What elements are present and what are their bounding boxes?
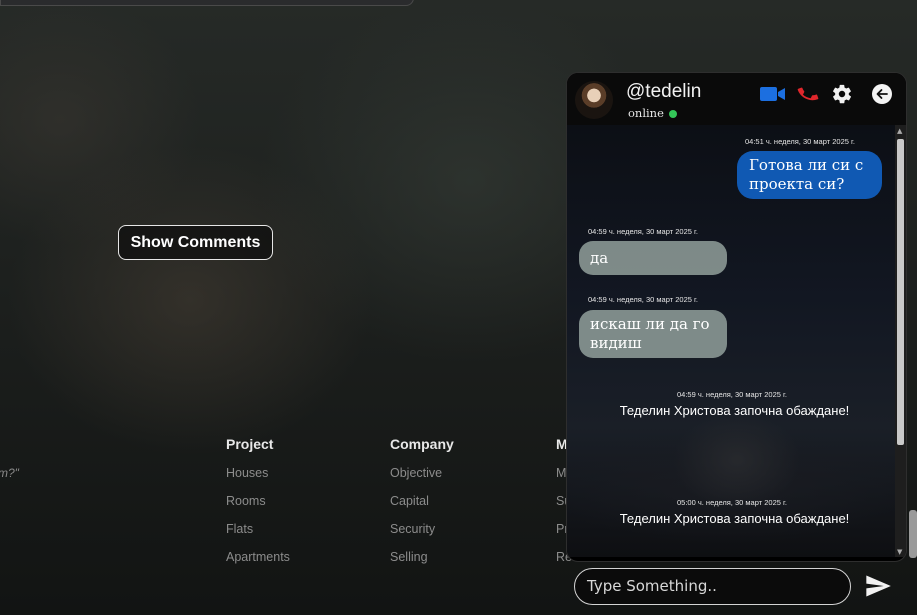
chat-header: @tedelin online [567,73,906,125]
message-timestamp: 04:51 ч. неделя, 30 март 2025 г. [745,137,855,146]
footer-column-company: Company Objective Capital Security Selli… [390,436,454,578]
scroll-down-icon[interactable]: ▼ [897,548,902,556]
page-scrollbar-thumb[interactable] [909,510,917,558]
send-icon[interactable] [864,572,892,604]
footer-link-objective[interactable]: Objective [390,466,454,494]
online-status: online [628,106,677,120]
system-call-message: Теделин Христова започна обаждане! [619,403,850,418]
footer-link-selling[interactable]: Selling [390,550,454,578]
message-timestamp: 05:00 ч. неделя, 30 март 2025 г. [677,498,787,507]
footer-link-capital[interactable]: Capital [390,494,454,522]
online-dot-icon [668,110,677,118]
scroll-up-icon[interactable]: ▲ [897,127,902,135]
avatar[interactable] [575,81,613,119]
message-list[interactable]: 04:51 ч. неделя, 30 март 2025 г. Готова … [567,125,895,557]
footer-link-flats[interactable]: Flats [226,522,290,550]
footer-link-security[interactable]: Security [390,522,454,550]
video-icon[interactable] [760,85,786,107]
footer-link-houses[interactable]: Houses [226,466,290,494]
status-text: online [628,106,664,120]
footer-heading: Company [390,436,454,452]
footer-column-project: Project Houses Rooms Flats Apartments [226,436,290,578]
testimonial-quote-fragment: m?" [0,466,19,480]
back-arrow-icon[interactable] [872,84,892,104]
outgoing-message: Готова ли си с проекта си? [737,151,882,199]
chat-username: @tedelin [626,81,702,102]
scroll-thumb[interactable] [897,139,904,445]
top-bar-fragment [0,0,414,6]
gear-icon[interactable] [831,83,853,109]
footer-heading: Project [226,436,274,452]
message-timestamp: 04:59 ч. неделя, 30 март 2025 г. [677,390,787,399]
chat-window: @tedelin online 04:51 ч. неделя, 30 март… [566,72,907,562]
system-call-message: Теделин Христова започна обаждане! [619,511,850,526]
message-timestamp: 04:59 ч. неделя, 30 март 2025 г. [588,227,698,236]
incoming-message: да [579,241,727,275]
phone-icon[interactable] [797,83,819,109]
incoming-message: искаш ли да го видиш [579,310,727,358]
show-comments-button[interactable]: Show Comments [118,225,273,260]
message-input[interactable]: Type Something.. [574,568,851,605]
chat-scrollbar[interactable]: ▲ ▼ [895,125,906,557]
footer-link-apartments[interactable]: Apartments [226,550,290,578]
footer-link-rooms[interactable]: Rooms [226,494,290,522]
message-timestamp: 04:59 ч. неделя, 30 март 2025 г. [588,295,698,304]
